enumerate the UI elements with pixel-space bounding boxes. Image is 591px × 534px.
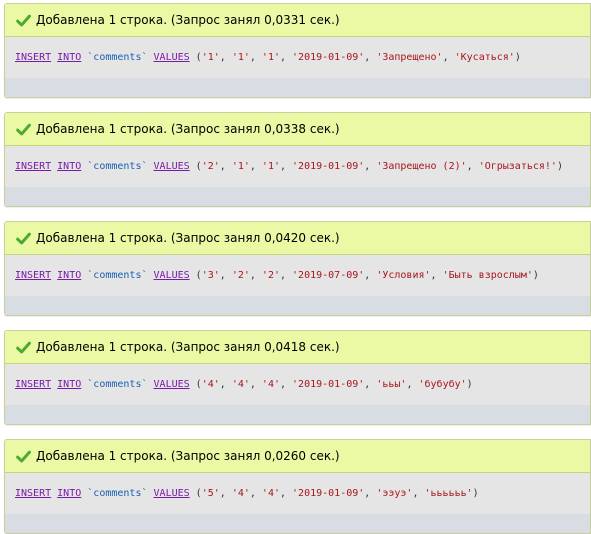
sql-value-list: '4', '4', '4', '2019-01-09', 'ььы', 'буб… bbox=[201, 379, 467, 390]
sql-query-display: INSERT INTO `comments` VALUES ('5', '4',… bbox=[5, 473, 590, 514]
sql-value-literal: 'Огрызаться!' bbox=[478, 161, 557, 172]
sql-value-literal: '1' bbox=[261, 161, 280, 172]
sql-value-literal: '2' bbox=[261, 270, 280, 281]
query-result-card: Добавлена 1 строка. (Запрос занял 0,0260… bbox=[4, 439, 591, 534]
sql-value-literal: 'Быть взрослым' bbox=[442, 270, 533, 281]
sql-value-literal: '2019-07-09' bbox=[292, 270, 365, 281]
query-result-card: Добавлена 1 строка. (Запрос занял 0,0338… bbox=[4, 112, 591, 207]
sql-keyword-into-link[interactable]: INTO bbox=[57, 52, 81, 63]
sql-keyword-into-link[interactable]: INTO bbox=[57, 161, 81, 172]
sql-value-literal: '3' bbox=[201, 270, 220, 281]
success-message-text: Добавлена 1 строка. (Запрос занял 0,0420… bbox=[36, 231, 340, 245]
sql-value-literal: '2' bbox=[231, 270, 250, 281]
query-tools-bar bbox=[5, 187, 590, 206]
sql-value-literal: 'ььы' bbox=[376, 379, 407, 390]
sql-value-literal: '4' bbox=[231, 488, 250, 499]
sql-value-literal: '5' bbox=[201, 488, 220, 499]
sql-keyword-insert-link[interactable]: INSERT bbox=[15, 488, 51, 499]
sql-table-identifier: `comments` bbox=[87, 270, 148, 281]
sql-value-literal: '4' bbox=[261, 488, 280, 499]
sql-table-identifier: `comments` bbox=[87, 379, 148, 390]
sql-value-literal: '2' bbox=[201, 161, 220, 172]
sql-keyword-into-link[interactable]: INTO bbox=[57, 488, 81, 499]
check-icon bbox=[16, 341, 31, 353]
sql-query-display: INSERT INTO `comments` VALUES ('4', '4',… bbox=[5, 364, 590, 405]
sql-keyword-insert-link[interactable]: INSERT bbox=[15, 161, 51, 172]
sql-keyword-insert-link[interactable]: INSERT bbox=[15, 270, 51, 281]
sql-value-list: '3', '2', '2', '2019-07-09', 'Условия', … bbox=[201, 270, 533, 281]
sql-value-literal: '1' bbox=[231, 161, 250, 172]
check-icon bbox=[16, 232, 31, 244]
success-message-text: Добавлена 1 строка. (Запрос занял 0,0418… bbox=[36, 340, 340, 354]
success-message-text: Добавлена 1 строка. (Запрос занял 0,0331… bbox=[36, 13, 340, 27]
success-message-bar: Добавлена 1 строка. (Запрос занял 0,0418… bbox=[5, 331, 590, 364]
success-message-bar: Добавлена 1 строка. (Запрос занял 0,0420… bbox=[5, 222, 590, 255]
sql-query-display: INSERT INTO `comments` VALUES ('1', '1',… bbox=[5, 37, 590, 78]
sql-value-literal: 'Кусаться' bbox=[454, 52, 515, 63]
sql-value-list: '1', '1', '1', '2019-01-09', 'Запрещено'… bbox=[201, 52, 515, 63]
sql-value-literal: '1' bbox=[201, 52, 220, 63]
sql-keyword-into-link[interactable]: INTO bbox=[57, 270, 81, 281]
query-tools-bar bbox=[5, 78, 590, 97]
sql-value-literal: 'Запрещено (2)' bbox=[376, 161, 467, 172]
sql-keyword-values-link[interactable]: VALUES bbox=[154, 488, 190, 499]
query-tools-bar bbox=[5, 514, 590, 533]
sql-keyword-insert-link[interactable]: INSERT bbox=[15, 52, 51, 63]
sql-keyword-insert-link[interactable]: INSERT bbox=[15, 379, 51, 390]
success-message-text: Добавлена 1 строка. (Запрос занял 0,0338… bbox=[36, 122, 340, 136]
check-icon bbox=[16, 14, 31, 26]
query-tools-bar bbox=[5, 405, 590, 424]
success-message-bar: Добавлена 1 строка. (Запрос занял 0,0331… bbox=[5, 4, 590, 37]
sql-value-list: '5', '4', '4', '2019-01-09', 'ээуэ', 'ьь… bbox=[201, 488, 473, 499]
sql-value-list: '2', '1', '1', '2019-01-09', 'Запрещено … bbox=[201, 161, 557, 172]
success-message-text: Добавлена 1 строка. (Запрос занял 0,0260… bbox=[36, 449, 340, 463]
sql-value-literal: '1' bbox=[231, 52, 250, 63]
sql-query-display: INSERT INTO `comments` VALUES ('3', '2',… bbox=[5, 255, 590, 296]
sql-value-literal: '4' bbox=[231, 379, 250, 390]
query-results-list: Добавлена 1 строка. (Запрос занял 0,0331… bbox=[0, 0, 591, 534]
sql-table-identifier: `comments` bbox=[87, 161, 148, 172]
check-icon bbox=[16, 123, 31, 135]
sql-keyword-values-link[interactable]: VALUES bbox=[154, 161, 190, 172]
success-message-bar: Добавлена 1 строка. (Запрос занял 0,0338… bbox=[5, 113, 590, 146]
sql-value-literal: 'Запрещено' bbox=[376, 52, 443, 63]
sql-table-identifier: `comments` bbox=[87, 488, 148, 499]
sql-keyword-values-link[interactable]: VALUES bbox=[154, 270, 190, 281]
sql-value-literal: '2019-01-09' bbox=[292, 52, 365, 63]
sql-value-literal: 'ьььььь' bbox=[424, 488, 473, 499]
sql-value-literal: 'Условия' bbox=[376, 270, 431, 281]
sql-value-literal: '2019-01-09' bbox=[292, 161, 365, 172]
sql-value-literal: 'ээуэ' bbox=[376, 488, 413, 499]
query-result-card: Добавлена 1 строка. (Запрос занял 0,0418… bbox=[4, 330, 591, 425]
sql-value-literal: '1' bbox=[261, 52, 280, 63]
query-result-card: Добавлена 1 строка. (Запрос занял 0,0420… bbox=[4, 221, 591, 316]
check-icon bbox=[16, 450, 31, 462]
sql-query-display: INSERT INTO `comments` VALUES ('2', '1',… bbox=[5, 146, 590, 187]
query-result-card: Добавлена 1 строка. (Запрос занял 0,0331… bbox=[4, 3, 591, 98]
sql-keyword-values-link[interactable]: VALUES bbox=[154, 379, 190, 390]
sql-value-literal: '4' bbox=[261, 379, 280, 390]
query-tools-bar bbox=[5, 296, 590, 315]
sql-value-literal: 'бубубу' bbox=[418, 379, 467, 390]
success-message-bar: Добавлена 1 строка. (Запрос занял 0,0260… bbox=[5, 440, 590, 473]
sql-value-literal: '2019-01-09' bbox=[292, 379, 365, 390]
sql-table-identifier: `comments` bbox=[87, 52, 148, 63]
sql-keyword-values-link[interactable]: VALUES bbox=[154, 52, 190, 63]
sql-value-literal: '2019-01-09' bbox=[292, 488, 365, 499]
sql-value-literal: '4' bbox=[201, 379, 220, 390]
sql-keyword-into-link[interactable]: INTO bbox=[57, 379, 81, 390]
